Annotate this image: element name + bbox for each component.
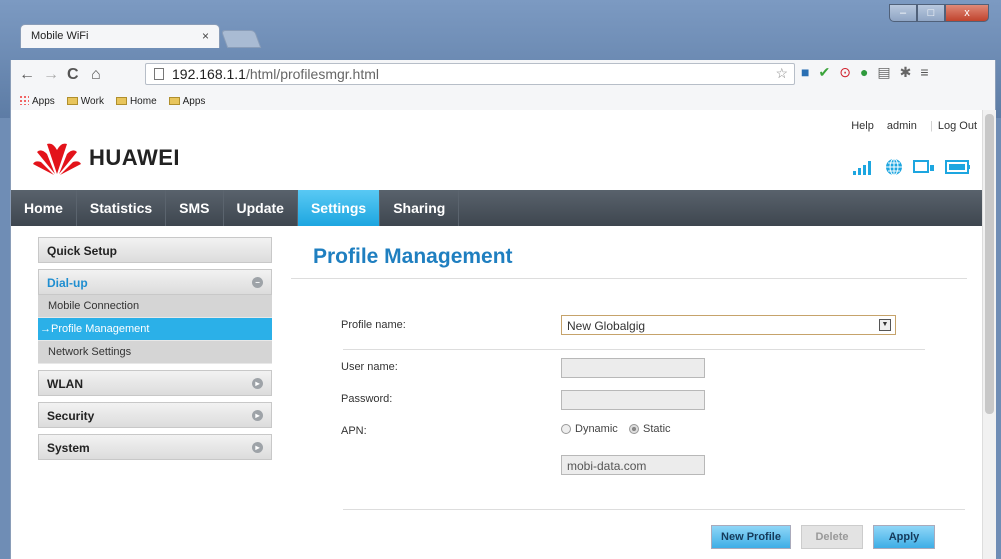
translate-extension-icon[interactable]: ■	[801, 64, 809, 81]
sidebar-dialup-label: Dial-up	[47, 276, 88, 290]
scrollbar-thumb[interactable]	[985, 114, 994, 414]
web-page: HUAWEI Help admin | Log Out Home Statist…	[10, 110, 996, 559]
expand-icon: ▸	[252, 442, 263, 453]
home-icon[interactable]: ⌂	[91, 66, 101, 84]
nav-update[interactable]: Update	[224, 190, 298, 226]
star-icon[interactable]: ☆	[775, 65, 788, 82]
apn-static-radio[interactable]: Static	[629, 423, 671, 435]
check-extension-icon[interactable]: ✔	[818, 64, 830, 81]
nav-statistics[interactable]: Statistics	[77, 190, 167, 226]
url-path: /html/profilesmgr.html	[245, 66, 380, 82]
user-name-label: User name:	[341, 361, 398, 373]
router-header: HUAWEI Help admin | Log Out	[11, 110, 996, 186]
divider	[343, 509, 965, 510]
globe-icon	[886, 158, 902, 176]
sidebar-item-profile-management[interactable]: →Profile Management	[38, 318, 272, 341]
radio-off-icon	[561, 424, 571, 434]
scrollbar[interactable]	[982, 110, 996, 559]
dropdown-arrow-icon[interactable]: ▼	[879, 319, 891, 331]
folder-icon	[115, 96, 127, 105]
huawei-logo: HUAWEI	[33, 140, 180, 176]
signal-strength-icon	[853, 161, 871, 175]
delete-button[interactable]: Delete	[801, 525, 863, 549]
window-controls: – □ x	[889, 4, 989, 22]
main-nav: Home Statistics SMS Update Settings Shar…	[11, 190, 996, 226]
sidebar-item-network-settings[interactable]: Network Settings	[38, 341, 272, 364]
folder-icon	[168, 96, 180, 105]
sidebar-dialup[interactable]: Dial-up −	[38, 269, 272, 295]
nav-home[interactable]: Home	[11, 190, 77, 226]
menu-icon[interactable]: ≡	[920, 64, 928, 81]
main-content: Profile Management Profile name: New Glo…	[291, 237, 967, 549]
reload-icon[interactable]: C	[67, 66, 79, 84]
apply-button[interactable]: Apply	[873, 525, 935, 549]
radio-on-icon	[629, 424, 639, 434]
bookmark-home[interactable]: Home	[115, 96, 157, 107]
nav-settings[interactable]: Settings	[297, 190, 381, 226]
huawei-petal-icon	[33, 143, 81, 175]
devices-icon	[913, 160, 934, 173]
bookmark-apps-folder[interactable]: Apps	[168, 96, 205, 107]
bookmark-apps[interactable]: Apps	[19, 95, 55, 107]
url-host: 192.168.1.1	[172, 66, 246, 82]
browser-tab[interactable]: Mobile WiFi ×	[20, 24, 220, 48]
minimize-button[interactable]: –	[889, 4, 917, 22]
logout-link[interactable]: Log Out	[938, 120, 977, 132]
settings-sidebar: Quick Setup Dial-up − Mobile Connection …	[38, 237, 272, 466]
tab-title: Mobile WiFi	[31, 30, 89, 42]
sidebar-security[interactable]: Security ▸	[38, 402, 272, 428]
apn-field[interactable]: mobi-data.com	[561, 455, 705, 475]
maximize-button[interactable]: □	[917, 4, 945, 22]
extension-icons: ■ ✔ ⊙ ● ▤ ✱ ≡	[801, 64, 929, 81]
folder-icon	[66, 96, 78, 105]
close-window-button[interactable]: x	[945, 4, 989, 22]
collapse-icon: −	[252, 277, 263, 288]
profile-name-label: Profile name:	[341, 319, 406, 331]
password-field[interactable]	[561, 390, 705, 410]
close-tab-icon[interactable]: ×	[202, 29, 209, 43]
bookmark-work[interactable]: Work	[66, 96, 104, 107]
page-title: Profile Management	[291, 237, 967, 279]
new-profile-button[interactable]: New Profile	[711, 525, 791, 549]
top-links: Help admin | Log Out	[851, 120, 977, 132]
divider	[343, 349, 925, 350]
sidebar-system[interactable]: System ▸	[38, 434, 272, 460]
admin-link[interactable]: admin	[887, 120, 917, 132]
apn-label: APN:	[341, 425, 367, 437]
new-tab-button[interactable]	[220, 30, 262, 48]
nav-sms[interactable]: SMS	[166, 190, 224, 226]
help-link[interactable]: Help	[851, 120, 874, 132]
profile-name-select[interactable]: New Globalgig ▼	[561, 315, 896, 335]
forward-arrow-icon[interactable]: →	[43, 66, 59, 84]
expand-icon: ▸	[252, 410, 263, 421]
user-name-field[interactable]	[561, 358, 705, 378]
expand-icon: ▸	[252, 378, 263, 389]
tabs-extension-icon[interactable]: ▤	[877, 64, 890, 81]
pinterest-extension-icon[interactable]: ⊙	[839, 64, 851, 81]
sidebar-wlan[interactable]: WLAN ▸	[38, 370, 272, 396]
page-icon	[154, 68, 164, 80]
sidebar-quick-setup[interactable]: Quick Setup	[38, 237, 272, 263]
sidebar-item-mobile-connection[interactable]: Mobile Connection	[38, 295, 272, 318]
timer-extension-icon[interactable]: ●	[860, 64, 868, 81]
nav-sharing[interactable]: Sharing	[380, 190, 460, 226]
apn-dynamic-radio[interactable]: Dynamic	[561, 423, 618, 435]
bookmarks-bar: Apps Work Home Apps	[11, 90, 205, 112]
password-label: Password:	[341, 393, 393, 405]
address-bar[interactable]: 192.168.1.1/html/profilesmgr.html ☆	[145, 63, 795, 85]
apps-icon	[19, 95, 29, 105]
battery-icon	[945, 160, 970, 174]
browser-window: – □ x Mobile WiFi × ← → C ⌂ 192.168.1.1/…	[0, 0, 1001, 559]
brand-name: HUAWEI	[89, 145, 180, 170]
back-arrow-icon[interactable]: ←	[19, 66, 35, 84]
status-icons	[853, 158, 971, 176]
puzzle-extension-icon[interactable]: ✱	[900, 64, 912, 81]
